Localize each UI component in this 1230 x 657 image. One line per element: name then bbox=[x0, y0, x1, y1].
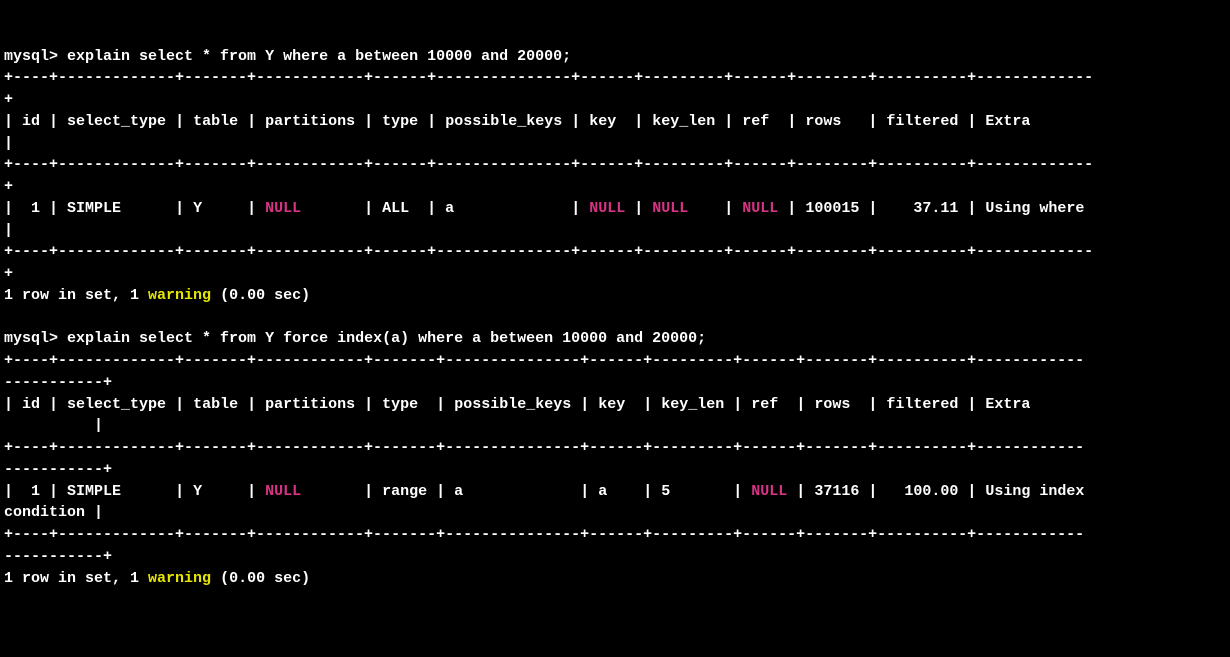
col-select-type: select_type bbox=[67, 113, 166, 130]
terminal-output: mysql> explain select * from Y where a b… bbox=[4, 46, 1226, 590]
table-border-wrap: + bbox=[4, 91, 13, 108]
status-warning: warning bbox=[148, 287, 211, 304]
cell-key-len: 5 bbox=[661, 483, 670, 500]
cell-ref: NULL bbox=[742, 200, 778, 217]
cell-type: ALL bbox=[382, 200, 409, 217]
status-time: (0.00 sec) bbox=[220, 570, 310, 587]
status-time: (0.00 sec) bbox=[220, 287, 310, 304]
col-possible-keys: possible_keys bbox=[445, 113, 562, 130]
table-row: | 1 | SIMPLE | Y | NULL | ALL | a | NULL… bbox=[4, 200, 1084, 217]
cell-table: Y bbox=[193, 200, 202, 217]
col-rows: rows bbox=[814, 396, 850, 413]
cell-partitions: NULL bbox=[265, 483, 301, 500]
status-warning: warning bbox=[148, 570, 211, 587]
table-border-wrap: -----------+ bbox=[4, 374, 112, 391]
col-type: type bbox=[382, 396, 418, 413]
cell-ref: NULL bbox=[751, 483, 787, 500]
col-partitions: partitions bbox=[265, 396, 355, 413]
col-partitions: partitions bbox=[265, 113, 355, 130]
table-border-wrap: + bbox=[4, 178, 13, 195]
table-border-wrap: + bbox=[4, 265, 13, 282]
table-border-wrap: -----------+ bbox=[4, 548, 112, 565]
col-id: id bbox=[22, 113, 40, 130]
cell-partitions: NULL bbox=[265, 200, 301, 217]
cell-id: 1 bbox=[31, 200, 40, 217]
col-rows: rows bbox=[805, 113, 841, 130]
sql-command-2: explain select * from Y force index(a) w… bbox=[67, 330, 706, 347]
col-filtered: filtered bbox=[886, 396, 958, 413]
col-table: table bbox=[193, 396, 238, 413]
cell-table: Y bbox=[193, 483, 202, 500]
status-rows: 1 row in set, 1 bbox=[4, 287, 139, 304]
table-border: +----+-------------+-------+------------… bbox=[4, 243, 1093, 260]
col-key: key bbox=[589, 113, 616, 130]
col-type: type bbox=[382, 113, 418, 130]
col-ref: ref bbox=[751, 396, 778, 413]
cell-key: NULL bbox=[589, 200, 625, 217]
cell-id: 1 bbox=[31, 483, 40, 500]
table-border: +----+-------------+-------+------------… bbox=[4, 69, 1093, 86]
cell-possible-keys: a bbox=[454, 483, 463, 500]
cell-type: range bbox=[382, 483, 427, 500]
col-extra: Extra bbox=[985, 113, 1030, 130]
cell-key-len: NULL bbox=[652, 200, 688, 217]
col-key-len: key_len bbox=[652, 113, 715, 130]
col-possible-keys: possible_keys bbox=[454, 396, 571, 413]
status-line: 1 row in set, 1 warning (0.00 sec) bbox=[4, 570, 310, 587]
cell-rows: 37116 bbox=[814, 483, 859, 500]
cell-extra: Using where bbox=[985, 200, 1084, 217]
table-border: +----+-------------+-------+------------… bbox=[4, 526, 1084, 543]
table-border-wrap: -----------+ bbox=[4, 461, 112, 478]
cell-rows: 100015 bbox=[805, 200, 859, 217]
cell-select-type: SIMPLE bbox=[67, 200, 121, 217]
cell-extra-wrap: condition | bbox=[4, 504, 103, 521]
table-border: +----+-------------+-------+------------… bbox=[4, 352, 1084, 369]
cell-key: a bbox=[598, 483, 607, 500]
col-ref: ref bbox=[742, 113, 769, 130]
col-extra: Extra bbox=[985, 396, 1030, 413]
table-header-row: | id | select_type | table | partitions … bbox=[4, 396, 1030, 413]
table-header-row: | id | select_type | table | partitions … bbox=[4, 113, 1030, 130]
col-key-len: key_len bbox=[661, 396, 724, 413]
mysql-prompt: mysql> bbox=[4, 330, 58, 347]
status-line: 1 row in set, 1 warning (0.00 sec) bbox=[4, 287, 310, 304]
mysql-prompt: mysql> bbox=[4, 48, 58, 65]
col-filtered: filtered bbox=[886, 113, 958, 130]
col-table: table bbox=[193, 113, 238, 130]
cell-filtered: 37.11 bbox=[913, 200, 958, 217]
table-border: +----+-------------+-------+------------… bbox=[4, 439, 1084, 456]
status-rows: 1 row in set, 1 bbox=[4, 570, 139, 587]
col-id: id bbox=[22, 396, 40, 413]
cell-possible-keys: a bbox=[445, 200, 454, 217]
cell-extra: Using index bbox=[985, 483, 1084, 500]
col-key: key bbox=[598, 396, 625, 413]
cell-select-type: SIMPLE bbox=[67, 483, 121, 500]
col-select-type: select_type bbox=[67, 396, 166, 413]
cell-filtered: 100.00 bbox=[904, 483, 958, 500]
sql-command-1: explain select * from Y where a between … bbox=[67, 48, 571, 65]
table-row: | 1 | SIMPLE | Y | NULL | range | a | a … bbox=[4, 483, 1084, 500]
table-border: +----+-------------+-------+------------… bbox=[4, 156, 1093, 173]
